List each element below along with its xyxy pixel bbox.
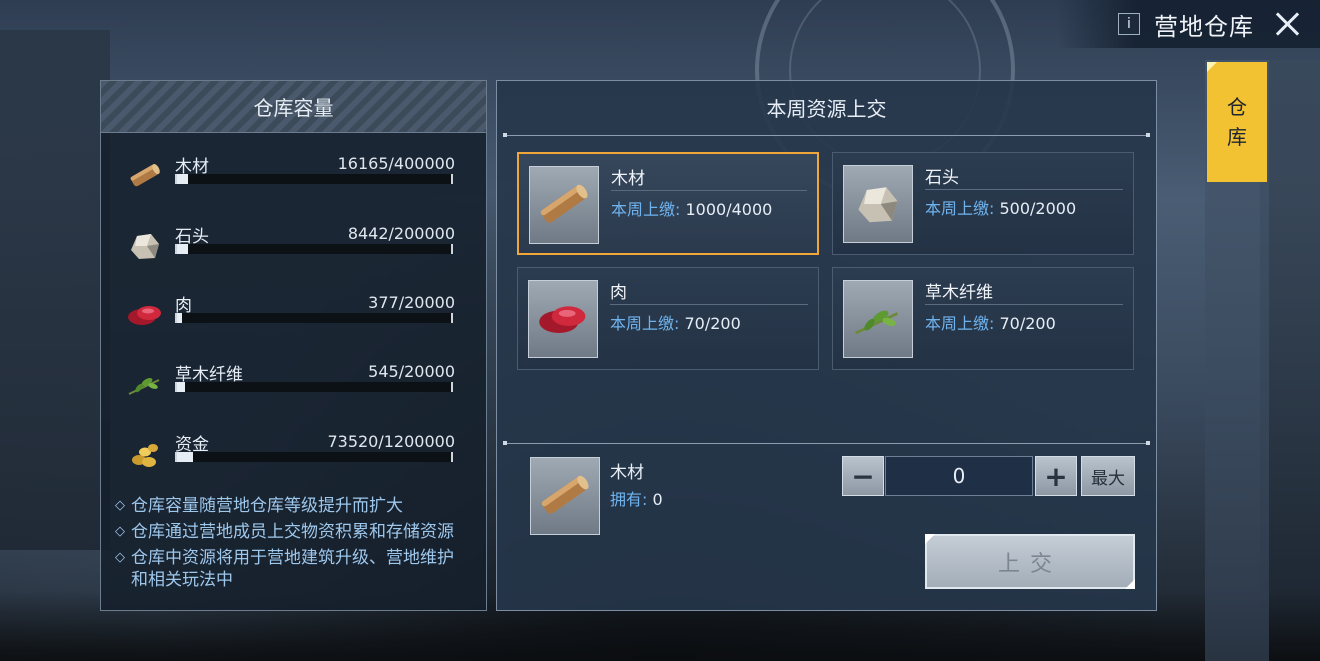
capacity-row-meat: 肉 377/20000 [125, 293, 455, 335]
resource-card-meat[interactable]: 肉 本周上缴: 70/200 [517, 267, 819, 370]
weekly-submit-panel: 本周资源上交 木材 本周上缴: 1000/4000 石头 本周上缴: 500/2… [496, 80, 1157, 611]
card-name: 木材 [611, 169, 645, 189]
capacity-bar [175, 313, 453, 323]
plant-fiber-icon [128, 378, 160, 395]
resource-card-stone[interactable]: 石头 本周上缴: 500/2000 [832, 152, 1134, 255]
capacity-value: 545/20000 [368, 362, 455, 381]
close-icon[interactable] [1272, 9, 1302, 39]
quota-label: 本周上缴: [610, 314, 680, 333]
quota-label: 本周上缴: [925, 199, 995, 218]
submit-button[interactable]: 上交 [925, 534, 1135, 589]
owned-label: 拥有: [610, 490, 648, 509]
capacity-bar [175, 174, 453, 184]
card-thumb [529, 166, 599, 244]
capacity-bar-fill [177, 313, 183, 323]
card-thumb [843, 165, 913, 243]
card-name: 石头 [925, 168, 959, 188]
card-name: 草木纤维 [925, 283, 993, 303]
capacity-value: 73520/1200000 [327, 432, 455, 451]
info-button[interactable]: i [1118, 13, 1140, 35]
capacity-row-funds: 资金 73520/1200000 [125, 432, 455, 474]
background-building-left [0, 30, 110, 550]
capacity-notes[interactable]: 仓库容量随营地仓库等级提升而扩大 仓库通过营地成员上交物资积累和存储资源 仓库中… [115, 495, 465, 605]
tab-warehouse-label-1: 仓 [1227, 95, 1247, 119]
capacity-value: 16165/400000 [337, 154, 455, 173]
quota-label: 本周上缴: [611, 200, 681, 219]
card-name: 肉 [610, 283, 627, 303]
capacity-bar [175, 382, 453, 392]
stone-icon [131, 234, 159, 259]
card-quota: 本周上缴: 1000/4000 [611, 196, 772, 220]
divider [503, 133, 1150, 137]
page-title: 营地仓库 [1154, 12, 1254, 41]
capacity-bar [175, 452, 453, 462]
capacity-bar [175, 244, 453, 254]
capacity-bar-fill [177, 244, 188, 254]
card-divider [925, 189, 1123, 190]
increase-button[interactable]: + [1035, 456, 1077, 496]
card-thumb [843, 280, 913, 358]
card-divider [925, 304, 1123, 305]
card-quota: 本周上缴: 70/200 [925, 310, 1056, 334]
tab-warehouse[interactable]: 仓 库 [1207, 62, 1267, 182]
decrease-button[interactable]: − [842, 456, 884, 496]
owned-value: 0 [652, 490, 663, 509]
capacity-bar-fill [177, 382, 186, 392]
wood-icon [540, 184, 588, 223]
plant-fiber-icon [855, 310, 899, 335]
meat-icon [128, 306, 161, 325]
capacity-row-stone: 石头 8442/200000 [125, 224, 455, 266]
note-item: 仓库通过营地成员上交物资积累和存储资源 [115, 521, 465, 543]
wood-icon [541, 475, 589, 514]
note-item: 仓库中资源将用于营地建筑升级、营地维护和相关玩法中 [115, 547, 465, 591]
weekly-title: 本周资源上交 [766, 96, 887, 121]
capacity-value: 377/20000 [368, 293, 455, 312]
capacity-title: 仓库容量 [101, 81, 486, 133]
resource-card-wood[interactable]: 木材 本周上缴: 1000/4000 [517, 152, 819, 255]
selected-resource-name: 木材 [610, 463, 644, 483]
quota-value: 70/200 [684, 314, 741, 333]
card-divider [610, 304, 808, 305]
capacity-row-plant-fiber: 草木纤维 545/20000 [125, 362, 455, 404]
owned-count: 拥有: 0 [610, 486, 663, 510]
card-thumb [528, 280, 598, 358]
tab-warehouse-label-2: 库 [1227, 125, 1247, 149]
wood-icon [130, 164, 160, 187]
quota-value: 70/200 [999, 314, 1056, 333]
quantity-input[interactable]: 0 [885, 456, 1033, 496]
card-quota: 本周上缴: 70/200 [610, 310, 741, 334]
meat-icon [539, 306, 586, 333]
resource-card-plant-fiber[interactable]: 草木纤维 本周上缴: 70/200 [832, 267, 1134, 370]
capacity-value: 8442/200000 [347, 224, 455, 243]
selected-resource-thumb [530, 457, 600, 535]
top-bar: i 营地仓库 [1058, 0, 1320, 48]
quota-value: 1000/4000 [685, 200, 773, 219]
max-button[interactable]: 最大 [1081, 456, 1135, 496]
card-divider [611, 190, 807, 191]
capacity-bar-fill [177, 174, 188, 184]
capacity-row-wood: 木材 16165/400000 [125, 154, 455, 196]
note-item: 仓库容量随营地仓库等级提升而扩大 [115, 495, 465, 517]
card-quota: 本周上缴: 500/2000 [925, 195, 1076, 219]
gold-icon [132, 444, 158, 467]
divider [503, 441, 1150, 445]
background-building-right [1260, 60, 1320, 620]
capacity-bar-fill [177, 452, 194, 462]
quota-value: 500/2000 [999, 199, 1077, 218]
stone-icon [858, 187, 898, 223]
quota-label: 本周上缴: [925, 314, 995, 333]
capacity-panel: 仓库容量 木材 16165/400000 石头 8442/200000 肉 37… [100, 80, 487, 611]
